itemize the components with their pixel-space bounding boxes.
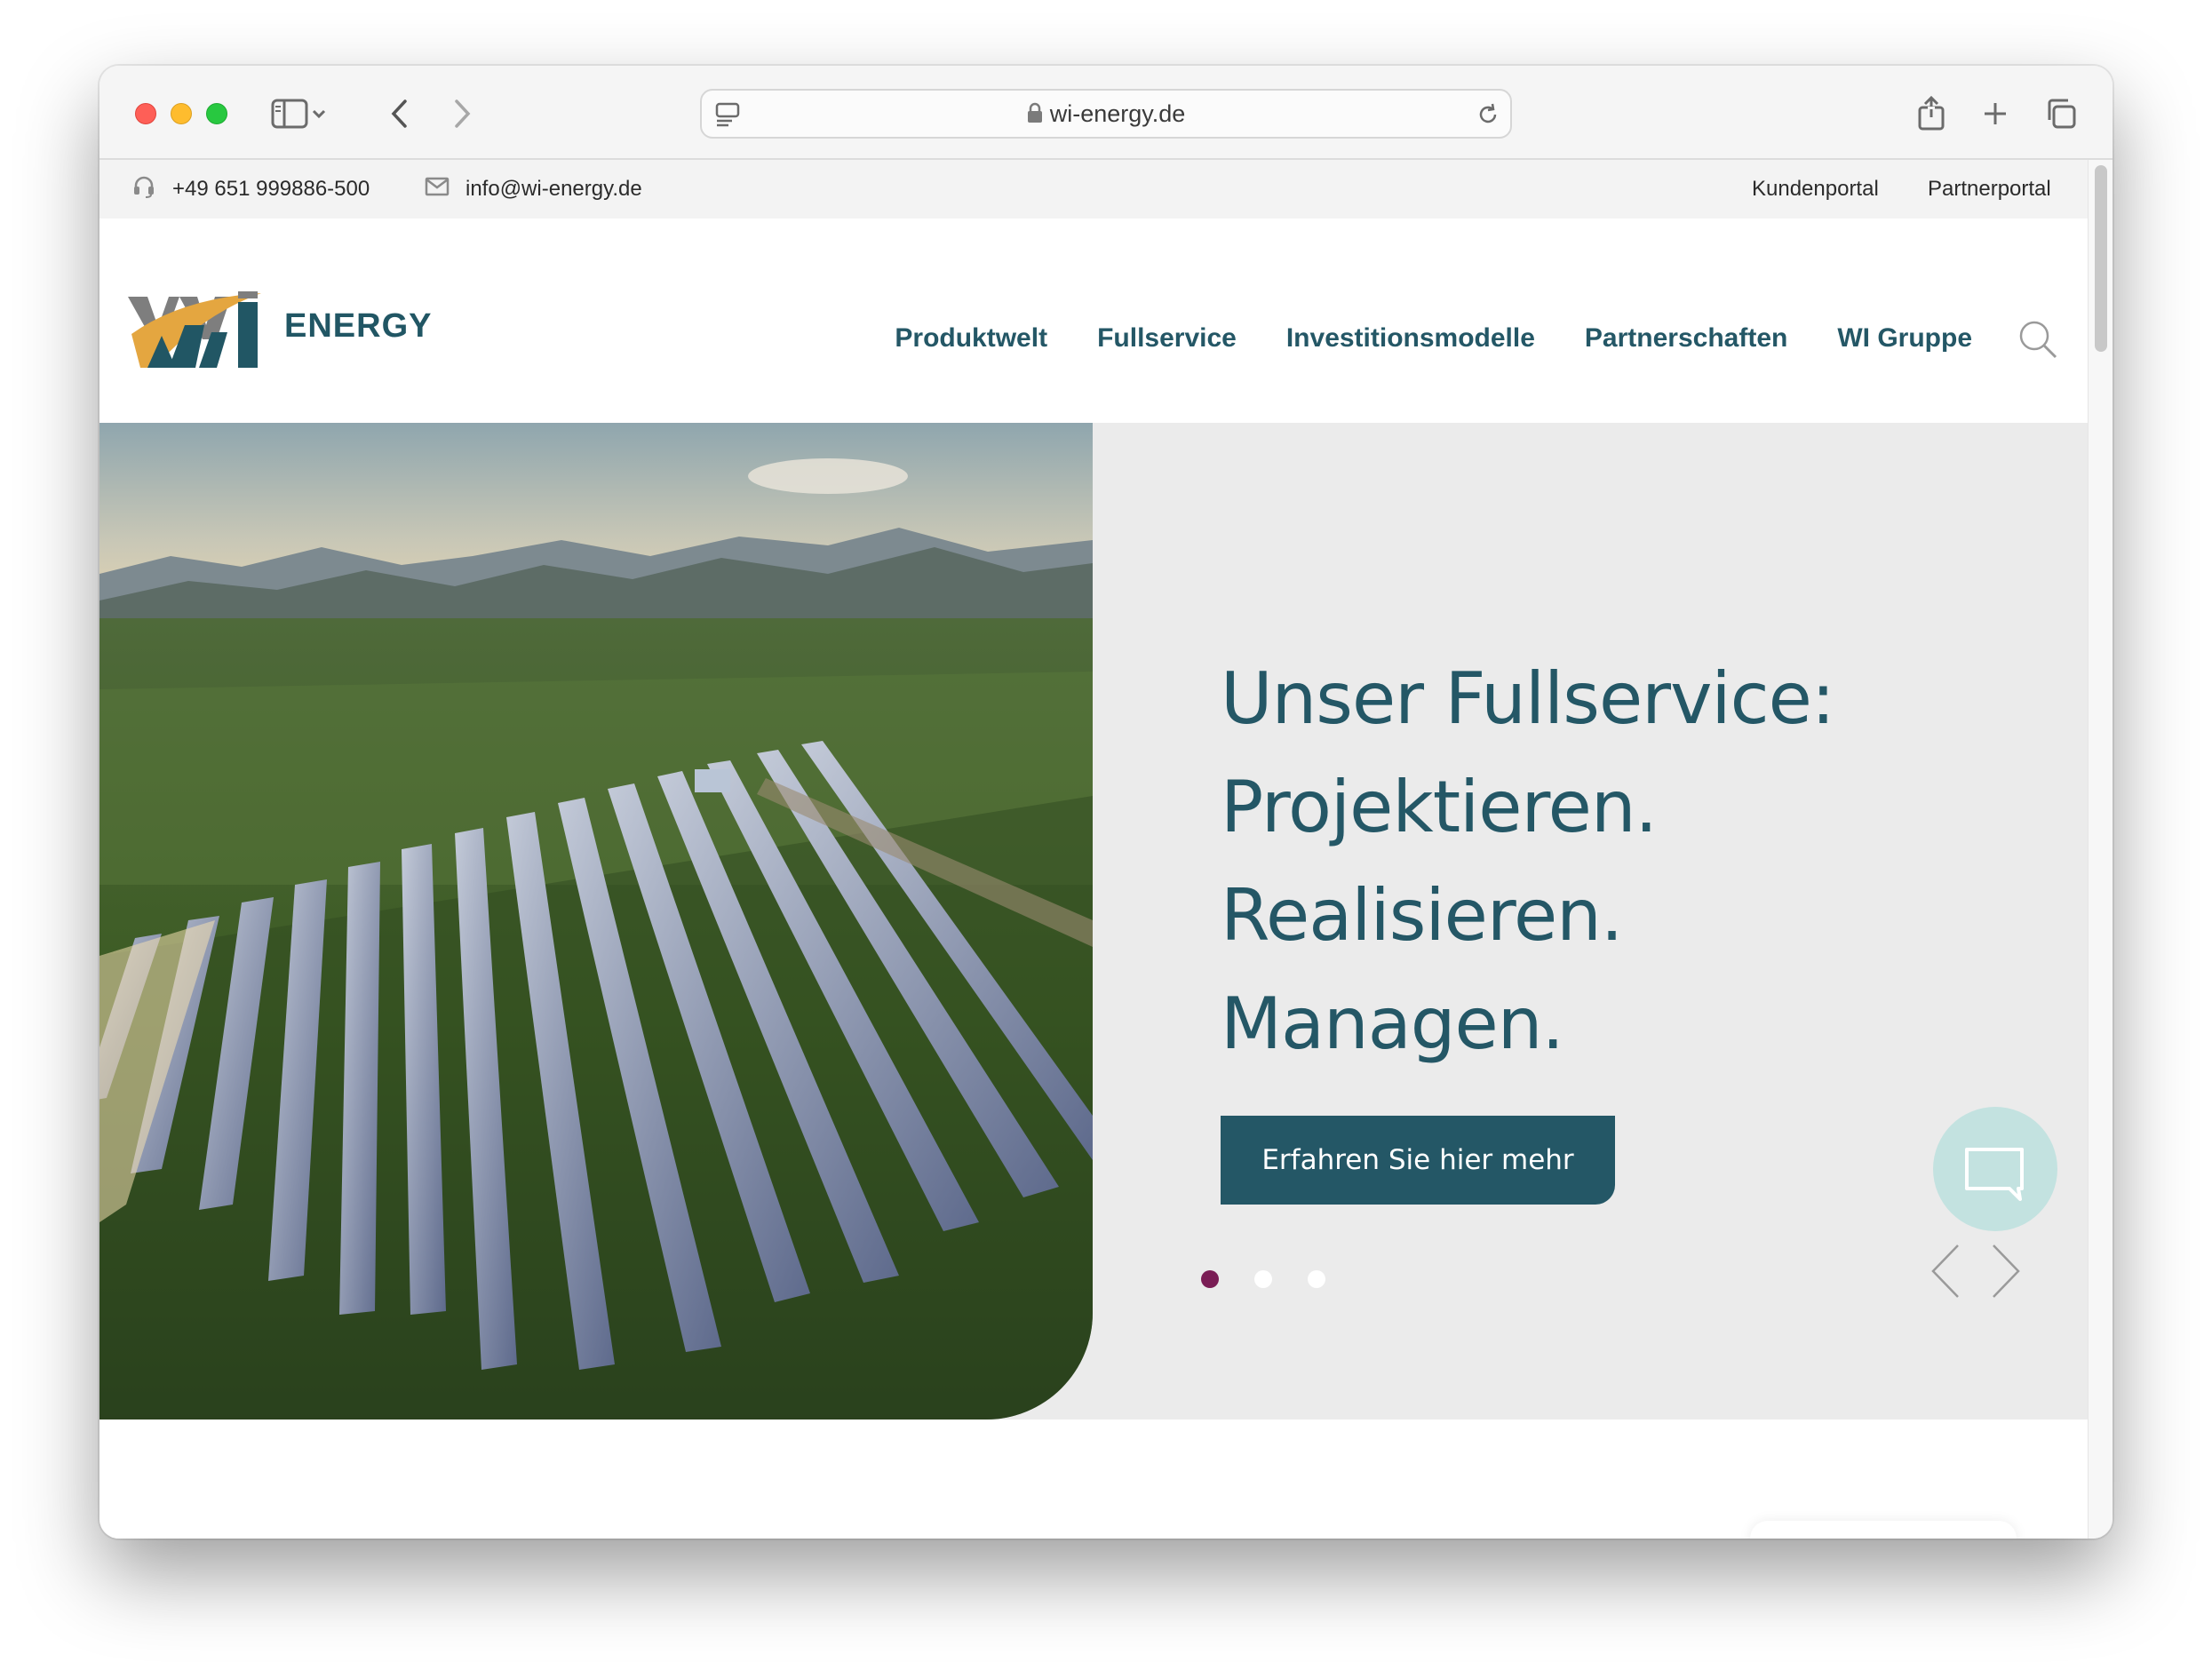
next-arrow-icon[interactable]: [1985, 1240, 2029, 1302]
floating-card: [1750, 1521, 2017, 1539]
prev-arrow-icon[interactable]: [1926, 1240, 1970, 1302]
nav-investitionsmodelle[interactable]: Investitionsmodelle: [1286, 323, 1535, 359]
slide-dot-1[interactable]: [1201, 1270, 1219, 1288]
hero-line-3: Realisieren.: [1221, 874, 1623, 957]
nav-fullservice[interactable]: Fullservice: [1097, 323, 1237, 359]
email-contact[interactable]: info@wi-energy.de: [425, 160, 642, 219]
link-kundenportal[interactable]: Kundenportal: [1752, 160, 1879, 219]
hero-line-1: Unser Fullservice:: [1221, 657, 1835, 740]
forward-icon[interactable]: [441, 92, 483, 135]
learn-more-button[interactable]: Erfahren Sie hier mehr: [1221, 1116, 1615, 1205]
mail-icon: [425, 177, 450, 203]
zoom-window-button[interactable]: [206, 103, 227, 124]
nav-partnerschaften[interactable]: Partnerschaften: [1585, 323, 1787, 359]
main-navigation: Produktwelt Fullservice Investitionsmode…: [895, 323, 1972, 359]
new-tab-icon[interactable]: [1974, 92, 2017, 135]
headset-icon: [131, 174, 156, 205]
link-partnerportal[interactable]: Partnerportal: [1928, 160, 2051, 219]
hero-line-4: Managen.: [1221, 982, 1564, 1065]
reload-icon[interactable]: [1475, 101, 1501, 131]
slider-pagination: [1201, 1270, 1325, 1288]
hero-headline: Unser Fullservice: Projektieren. Realisi…: [1221, 645, 1835, 1078]
contact-bar: +49 651 999886-500 info@wi-energy.de Kun…: [99, 160, 2088, 219]
nav-produktwelt[interactable]: Produktwelt: [895, 323, 1047, 359]
back-icon[interactable]: [378, 92, 421, 135]
nav-wi-gruppe[interactable]: WI Gruppe: [1837, 323, 1972, 359]
url-field[interactable]: wi-energy.de: [702, 91, 1510, 137]
kundenportal-label: Kundenportal: [1752, 177, 1879, 201]
scrollbar-track[interactable]: [2088, 160, 2113, 1539]
minimize-window-button[interactable]: [171, 103, 192, 124]
url-text: wi-energy.de: [1049, 100, 1186, 127]
scrollbar-thumb[interactable]: [2095, 165, 2107, 352]
lock-icon: [1027, 92, 1043, 139]
browser-toolbar: wi-energy.de: [99, 66, 2113, 160]
hero-line-2: Projektieren.: [1221, 766, 1658, 848]
solar-park-image: [99, 423, 1093, 1420]
share-icon[interactable]: [1910, 92, 1953, 135]
address-bar[interactable]: wi-energy.de: [700, 89, 1512, 139]
chevron-down-icon[interactable]: [306, 92, 332, 135]
phone-number: +49 651 999886-500: [172, 177, 370, 201]
hero-slider: Unser Fullservice: Projektieren. Realisi…: [99, 423, 2088, 1420]
site-header: ENERGY Produktwelt Fullservice Investiti…: [99, 219, 2088, 423]
browser-window: wi-energy.de +49 651 999886-500 info@wi-…: [99, 66, 2113, 1539]
sidebar-icon[interactable]: [268, 92, 311, 135]
chat-icon: [1965, 1148, 2024, 1201]
chat-button[interactable]: [1933, 1107, 2057, 1231]
slide-dot-3[interactable]: [1308, 1270, 1325, 1288]
close-window-button[interactable]: [135, 103, 156, 124]
page-viewport: +49 651 999886-500 info@wi-energy.de Kun…: [99, 160, 2088, 1539]
slide-dot-2[interactable]: [1254, 1270, 1272, 1288]
partnerportal-label: Partnerportal: [1928, 177, 2051, 201]
email-address: info@wi-energy.de: [465, 177, 642, 201]
tabs-overview-icon[interactable]: [2040, 92, 2082, 135]
phone-contact[interactable]: +49 651 999886-500: [131, 160, 370, 219]
logo-wordmark: ENERGY: [284, 307, 433, 345]
search-icon[interactable]: [2017, 318, 2059, 361]
